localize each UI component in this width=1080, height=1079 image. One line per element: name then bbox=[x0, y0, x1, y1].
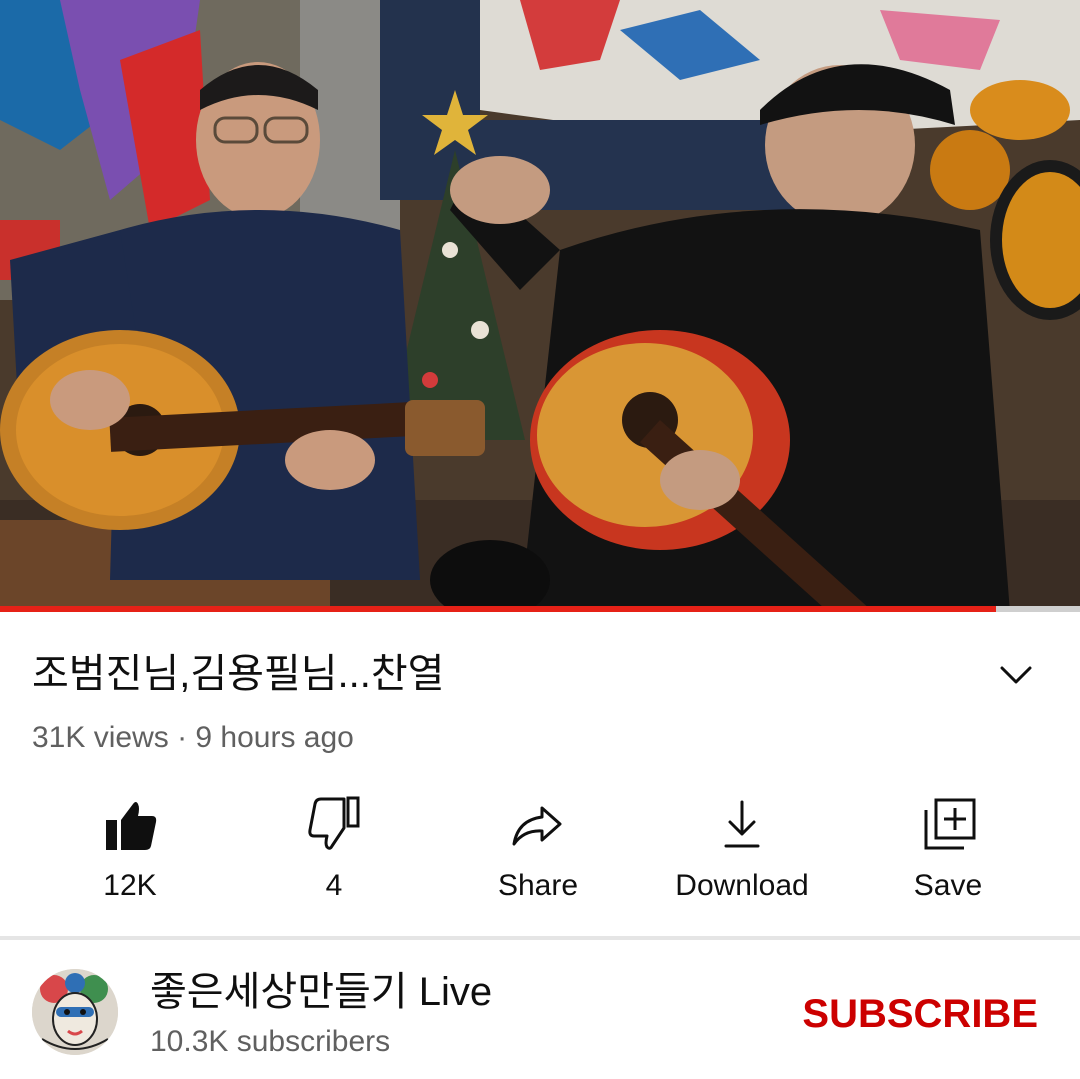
subscriber-count: 10.3K subscribers bbox=[150, 1025, 391, 1058]
share-icon bbox=[512, 806, 562, 846]
subscribe-button[interactable]: SUBSCRIBE bbox=[802, 988, 1038, 1040]
channel-logo-image bbox=[32, 969, 118, 1055]
divider bbox=[0, 936, 1080, 940]
like-count: 12K bbox=[103, 869, 157, 902]
video-title[interactable]: 조범진님,김용필님...찬열 bbox=[32, 646, 444, 702]
channel-avatar[interactable] bbox=[32, 969, 118, 1055]
save-playlist-icon bbox=[924, 798, 976, 850]
action-bar: 12K 4 Share Download Save bbox=[0, 784, 1080, 924]
dislike-button[interactable]: 4 bbox=[234, 784, 434, 924]
expand-description-button[interactable] bbox=[994, 656, 1038, 696]
save-button[interactable]: Save bbox=[848, 784, 1048, 924]
share-button[interactable]: Share bbox=[438, 784, 638, 924]
chevron-down-icon bbox=[1000, 666, 1032, 684]
download-label: Download bbox=[675, 869, 809, 902]
download-icon bbox=[724, 800, 760, 848]
like-button[interactable]: 12K bbox=[30, 784, 230, 924]
video-player[interactable] bbox=[0, 0, 1080, 612]
video-meta: 31K views · 9 hours ago bbox=[32, 721, 354, 754]
download-button[interactable]: Download bbox=[642, 784, 842, 924]
share-label: Share bbox=[497, 869, 579, 902]
thumbs-up-icon bbox=[106, 802, 157, 850]
video-frame bbox=[0, 0, 1080, 612]
dislike-count: 4 bbox=[325, 869, 343, 902]
channel-name[interactable]: 좋은세상만들기 Live bbox=[150, 966, 492, 1018]
save-label: Save bbox=[913, 869, 983, 902]
progress-bar[interactable] bbox=[0, 606, 1080, 612]
thumbs-down-icon bbox=[308, 796, 360, 850]
progress-bar-played bbox=[0, 606, 996, 612]
